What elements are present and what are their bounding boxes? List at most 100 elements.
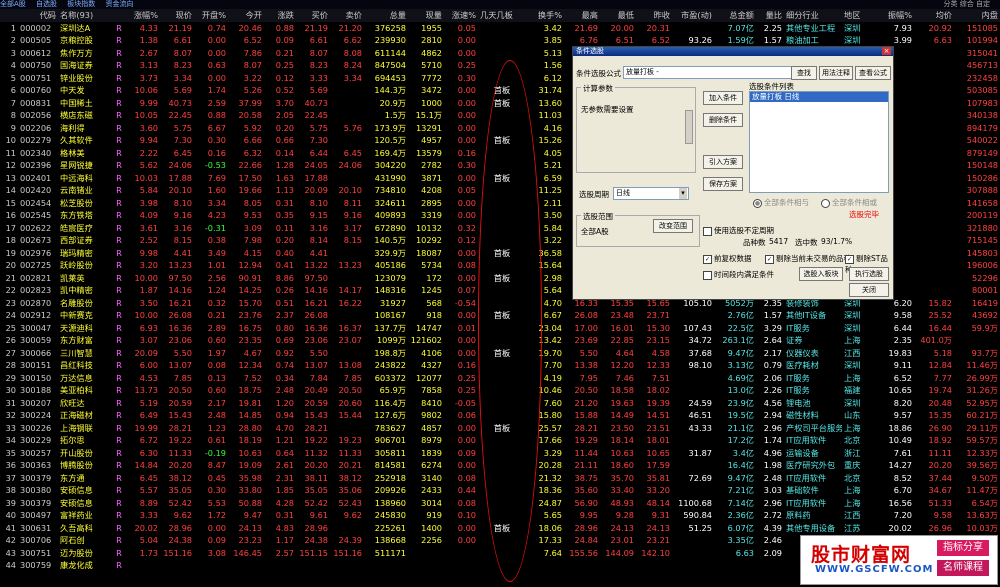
column-header[interactable]: 开盘% [194,9,228,22]
table-cell: 324611 [374,197,406,208]
view-formula-button[interactable]: 查看公式 [855,66,891,80]
column-header[interactable]: 均价 [914,9,954,22]
column-header[interactable]: 名称(93) [58,9,114,22]
column-header[interactable]: 市盈(动) [672,9,714,22]
table-row[interactable]: 27 300066 三川智慧 R 20.09 5.50 1.97 4.67 0.92 5.50 19… [0,347,1000,360]
table-cell: 10 [5,135,16,146]
table-row[interactable]: 24 002912 中新赛克 R 10.00 26.08 0.21 23.76 2.37 26.0… [0,309,1000,322]
use-period-check[interactable]: 使用选股不定周期 [703,225,774,236]
column-header[interactable]: 今开 [228,9,264,22]
column-header[interactable] [0,9,18,22]
table-cell: 4.33 [139,22,158,33]
table-cell: 239930 [374,35,406,46]
table-cell: 名雕股份 [60,297,93,308]
table-cell: 97.50 [304,272,328,283]
execute-button[interactable]: 执行选股 [849,267,889,281]
table-cell: 1839 [421,447,442,458]
table-row[interactable]: 29 300150 万达信息 R 4.53 7.85 0.13 7.52 0.34 7.84 7.8… [0,372,1000,385]
column-header[interactable]: 涨幅% [124,9,160,22]
table-cell: 0.00 [207,522,226,533]
tab-3[interactable]: 资金流向 [106,0,134,8]
table-cell [330,109,364,122]
table-cell: 横店东磁 [60,110,93,121]
table-cell: 173.9万 [374,122,406,133]
top-right-menu[interactable]: 分类 综合 自定 [944,0,990,9]
column-header[interactable]: 现价 [160,9,194,22]
table-row[interactable]: 41 300631 久吾高科 R 20.02 28.96 0.00 24.13 4.83 28.9… [0,522,1000,535]
column-header[interactable]: 涨速% [444,9,478,22]
table-row[interactable]: 35 300257 开山股份 R 6.30 11.33 -0.19 10.63 0.64 11.3… [0,447,1000,460]
pre-rights-check[interactable]: ✓ 前复权数据 [703,253,752,264]
table-row[interactable]: 33 300226 上海钢联 R 19.99 28.21 1.23 28.80 4.70 28.2… [0,422,1000,435]
radio-all-and[interactable]: ● 全部条件相与 [753,197,809,208]
column-header[interactable]: 换手% [526,9,564,22]
table-cell: 14.85 [238,410,262,421]
column-header[interactable]: 细分行业 [784,9,842,22]
in-period-check[interactable]: 时间段内满足条件 [703,269,774,280]
column-header[interactable] [114,9,124,22]
radio-all-or[interactable]: 全部条件相或 [821,197,877,208]
column-header[interactable]: 总量 [364,9,408,22]
dialog-close-button[interactable]: 关闭 [849,283,889,297]
usage-button[interactable]: 用法注释 [819,66,853,80]
table-row[interactable]: 26 300059 东方财富 R 3.07 23.06 0.60 23.35 0.69 23.06… [0,334,1000,347]
hit-value: 93/1.7% [821,237,853,246]
table-cell: 三川智慧 [60,347,93,358]
column-header[interactable]: 昨收 [636,9,672,22]
condition-list-item[interactable]: 放量打板 日线 [750,92,888,102]
chevron-down-icon[interactable]: ▾ [679,188,687,199]
column-header[interactable]: 量比 [756,9,784,22]
tab-2[interactable]: 板块指数 [67,0,95,8]
column-header[interactable]: 最高 [564,9,600,22]
table-row[interactable]: 25 300047 天源迪科 R 6.93 16.36 2.89 16.75 0.80 16.36… [0,322,1000,335]
table-cell: R [116,522,122,533]
table-row[interactable]: 38 300380 安硕信息 R 5.57 35.05 0.30 33.80 1.85 35.05… [0,484,1000,497]
column-header[interactable]: 最低 [600,9,636,22]
table-row[interactable]: 28 300151 昌红科技 R 6.00 13.07 0.08 12.34 0.74 13.07… [0,359,1000,372]
table-cell: 开山股份 [60,447,93,458]
column-header[interactable]: 总金额 [714,9,756,22]
import-plan-button[interactable]: 引入方案 [703,155,743,169]
table-row[interactable]: 32 300224 正海磁材 R 6.49 15.43 2.48 14.85 0.94 15.43… [0,409,1000,422]
period-select[interactable]: 日线 ▾ [613,187,689,200]
table-cell: 376258 [374,22,406,33]
table-row[interactable]: 36 300363 博腾股份 R 14.84 20.20 8.47 19.09 2.61 20.2… [0,459,1000,472]
column-header[interactable]: 振幅% [874,9,914,22]
table-row[interactable]: 30 300188 美亚柏科 R 13.73 20.50 0.60 18.75 2.48 20.4… [0,384,1000,397]
table-cell: 26.08 [304,310,328,321]
table-row[interactable]: 34 300229 拓尔思 R 6.72 19.22 0.61 18.19 1.21 19.22 1… [0,434,1000,447]
column-header[interactable]: 几天几板 [478,9,526,22]
close-icon[interactable]: × [882,47,891,55]
table-cell: 上海钢联 [60,422,93,433]
table-row[interactable]: 2 000505 京粮控股 R 1.38 6.61 0.00 6.52 0.09 6.61 6.62… [0,34,1000,47]
tab-1[interactable]: 自选股 [36,0,57,8]
save-plan-button[interactable]: 保存方案 [703,177,743,191]
table-row[interactable]: 1 000002 深圳达A R 4.33 21.19 0.74 20.46 0.88 21.19 2… [0,22,1000,35]
find-button[interactable]: 查找 [791,66,817,80]
condition-list[interactable]: 放量打板 日线 [749,91,889,193]
column-header[interactable]: 现量 [408,9,444,22]
column-header[interactable]: 地区 [842,9,874,22]
exclude-stop-check[interactable]: ✓ 剔除当前未交易的品种 [765,253,851,264]
table-cell: 19.39 [646,397,670,408]
table-row[interactable]: 40 300497 富祥药业 R 3.33 9.62 1.72 9.47 0.31 9.61 9.6… [0,509,1000,522]
table-row[interactable]: 39 300379 安硕信息 R 8.89 52.42 5.53 50.88 4.28 52.42… [0,497,1000,510]
table-row[interactable]: 37 300379 东方通 R 6.45 38.12 0.45 35.98 2.31 38.11 3… [0,472,1000,485]
column-header[interactable]: 代码 [18,9,58,22]
table-cell [478,159,526,172]
delete-condition-button[interactable]: 删除条件 [703,113,743,127]
table-cell [478,547,526,560]
tab-0[interactable]: 全部A股 [0,0,26,8]
table-cell [478,184,526,197]
table-row[interactable]: 31 300207 欣旺达 R 5.19 20.59 2.17 19.81 1.20 20.59 2… [0,397,1000,410]
to-board-button[interactable]: 选股入板块 [799,267,843,281]
add-condition-button[interactable]: 加入条件 [703,91,743,105]
table-cell: 20.20 [168,460,192,471]
formula-select[interactable]: 放量打板 - [623,66,803,79]
column-header[interactable]: 卖价 [330,9,364,22]
params-scrollbar[interactable] [685,110,693,144]
column-header[interactable]: 涨跌 [264,9,296,22]
column-header[interactable]: 买价 [296,9,330,22]
change-range-button[interactable]: 改变范围 [653,219,693,233]
column-header[interactable]: 内盘 [954,9,1000,22]
